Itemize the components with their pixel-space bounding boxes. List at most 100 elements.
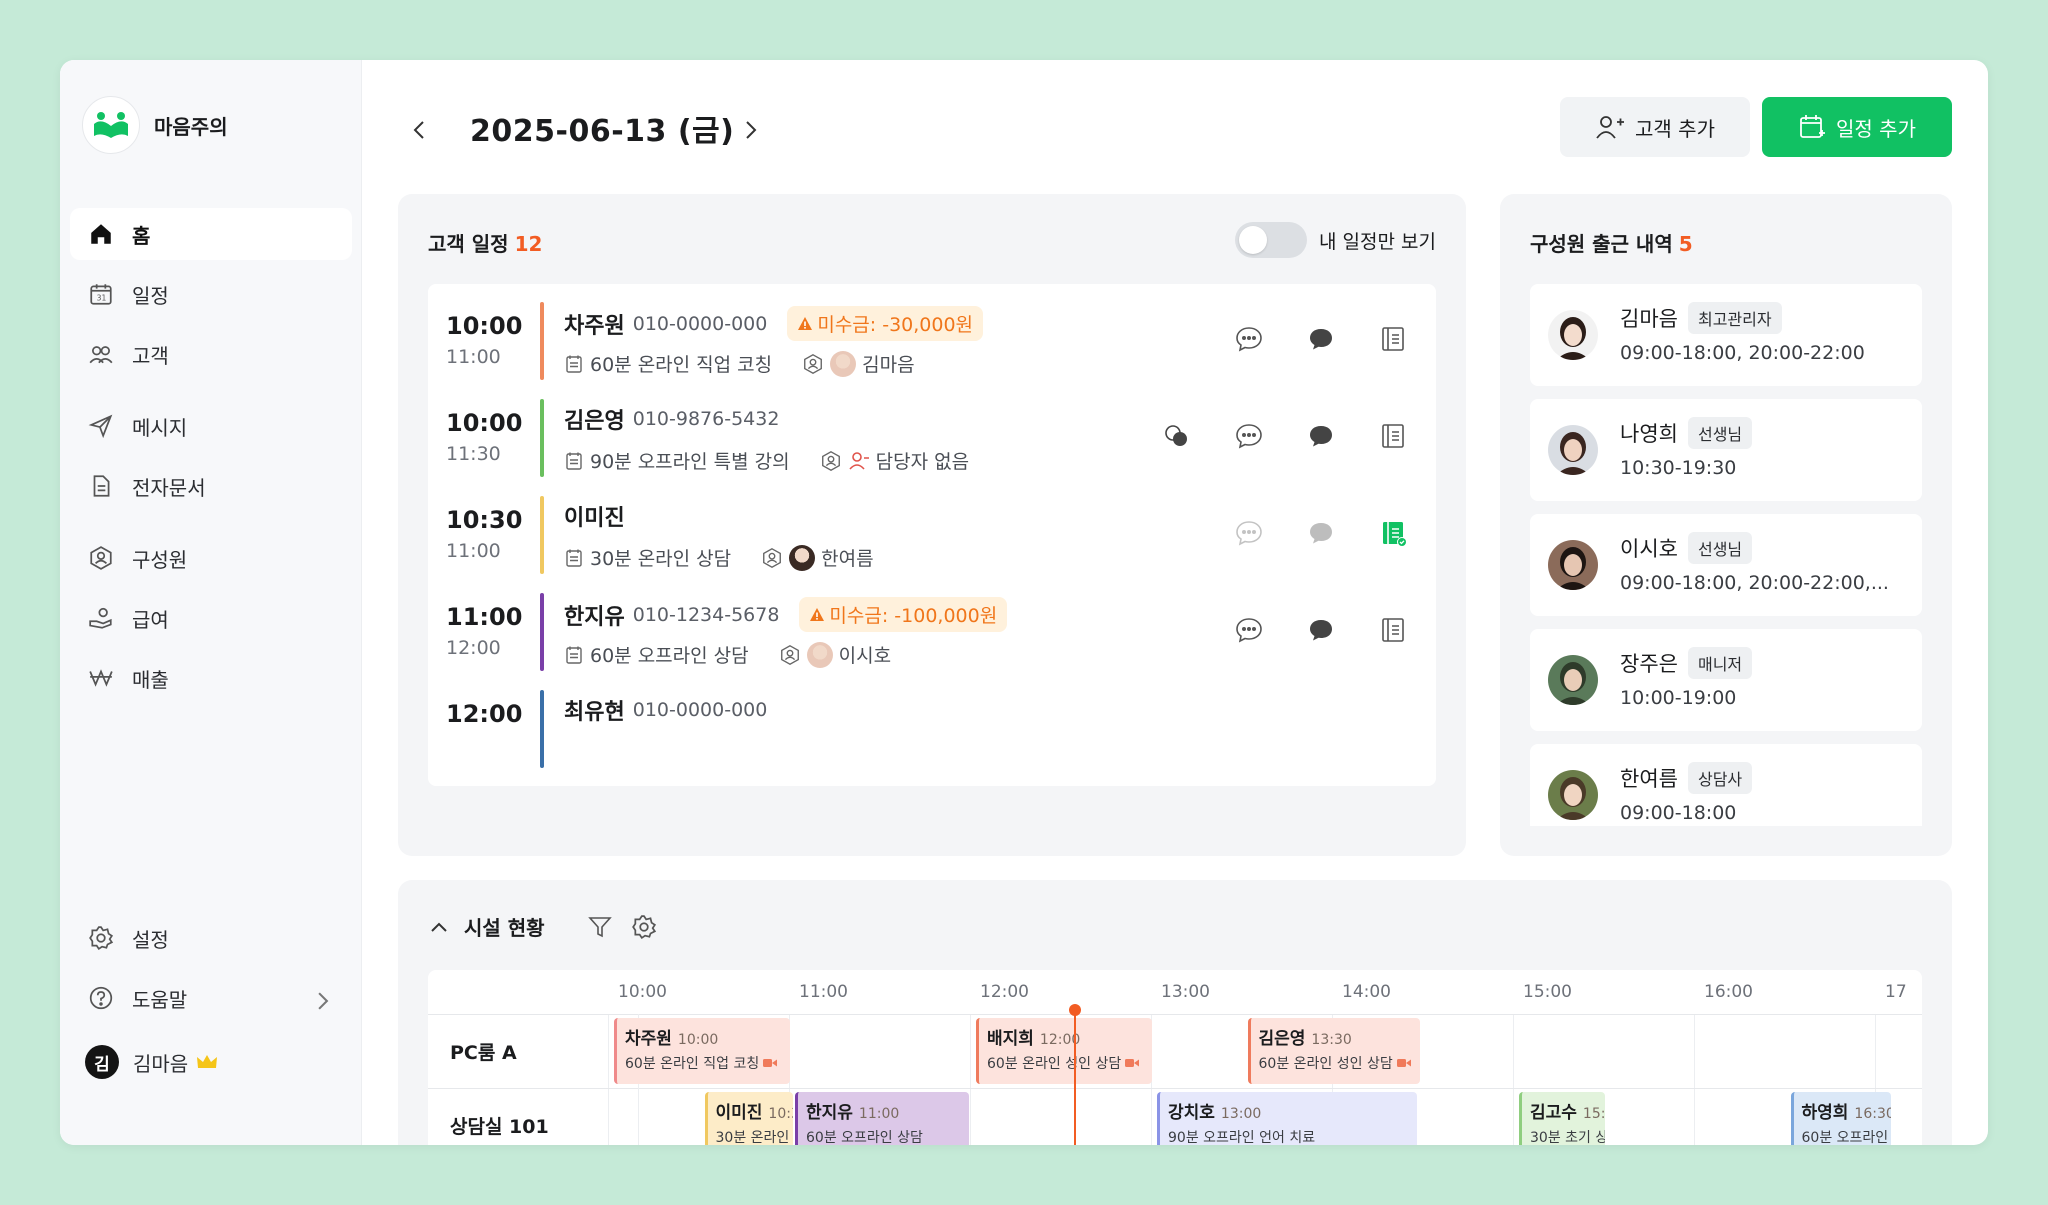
service-row: 60분 온라인 직업 코칭 김마음 [564, 350, 915, 377]
customer-name[interactable]: 최유현 [564, 694, 625, 726]
customer-name[interactable]: 차주원 [564, 308, 625, 340]
facility-event[interactable]: 이미진 10:30 30분 온라인 [704, 1092, 793, 1145]
schedule-list[interactable]: 10:00 11:00 차주원 010-0000-000 미수금: -30,000원 60… [428, 284, 1436, 826]
facility-event[interactable]: 한지유 11:00 60분 오프라인 상담 [795, 1092, 969, 1145]
toggle-switch[interactable] [1235, 222, 1308, 258]
member-name-row: 나영희 선생님 [1620, 417, 1753, 449]
note-icon[interactable] [1378, 324, 1408, 354]
filter-icon[interactable] [587, 914, 613, 940]
start-time: 10:30 [446, 506, 523, 534]
no-staff-icon [849, 451, 869, 470]
attendance-list[interactable]: 김마음 최고관리자 09:00-18:00, 20:00-22:00 나영희 선생님 10… [1530, 284, 1922, 826]
note-icon[interactable] [1378, 421, 1408, 451]
sidebar-item-help[interactable]: 도움말 [70, 972, 352, 1024]
warning-icon [810, 607, 825, 621]
sidebar-item-messages[interactable]: 메시지 [70, 400, 352, 452]
send-icon [88, 414, 113, 439]
next-date-button[interactable] [730, 110, 770, 150]
customer-name[interactable]: 김은영 [564, 403, 625, 435]
service-row: 90분 오프라인 특별 강의 담당자 없음 [564, 447, 969, 474]
facility-event[interactable]: 김고수 15:00 30분 초기 상 [1519, 1092, 1605, 1145]
facility-event[interactable]: 김은영 13:30 60분 온라인 성인 상담 [1247, 1018, 1420, 1084]
customer-name[interactable]: 이미진 [564, 500, 625, 532]
sidebar-item-customers[interactable]: 고객 [70, 328, 352, 380]
home-icon [91, 224, 111, 244]
role-badge: 최고관리자 [1687, 302, 1782, 334]
event-desc: 60분 온라인 성인 상담 [987, 1056, 1122, 1072]
customer-phone: 010-0000-000 [632, 699, 768, 721]
sidebar-item-home[interactable]: 홈 [70, 208, 352, 260]
group-chat-icon[interactable] [1162, 421, 1192, 451]
message-icon[interactable] [1306, 324, 1336, 354]
add-user-icon [1596, 116, 1625, 139]
facility-event[interactable]: 하영희 16:30 60분 오프라인 [1790, 1092, 1891, 1145]
chevron-up-icon[interactable] [428, 916, 450, 938]
sidebar-item-documents[interactable]: 전자문서 [70, 460, 352, 512]
sidebar-item-members[interactable]: 구성원 [70, 532, 352, 584]
staff-name: 담당자 없음 [875, 451, 970, 473]
my-schedule-toggle[interactable]: 내 일정만 보기 [1235, 222, 1436, 258]
event-time: 11:00 [858, 1106, 900, 1122]
sidebar-item-schedule[interactable]: 31 일정 [70, 268, 352, 320]
chat-dots-icon[interactable] [1234, 421, 1264, 451]
member-name: 김마음 [1620, 307, 1678, 331]
message-icon[interactable] [1306, 421, 1336, 451]
color-bar [540, 593, 544, 671]
sidebar-item-label: 홈 [132, 223, 151, 248]
staff-name: 이시호 [838, 645, 892, 667]
attendance-card[interactable]: 이시호 선생님 09:00-18:00, 20:00-22:00,... [1530, 514, 1922, 616]
sidebar-item-label: 메시지 [132, 415, 188, 440]
attendance-card[interactable]: 김마음 최고관리자 09:00-18:00, 20:00-22:00 [1530, 284, 1922, 386]
facility-timeline[interactable]: 10:00 11:00 12:00 13:00 14:00 15:00 16:00 17 PC룸… [428, 970, 1922, 1145]
facility-event[interactable]: 차주원 10:00 60분 온라인 직업 코칭 [614, 1018, 790, 1084]
attendance-card[interactable]: 장주은 매니저 10:00-19:00 [1530, 629, 1922, 731]
facility-event[interactable]: 강치호 13:00 90분 오프라인 언어 치료 [1157, 1092, 1417, 1145]
sidebar-item-label: 급여 [132, 607, 169, 632]
note-icon[interactable] [1378, 615, 1408, 645]
prev-date-button[interactable] [400, 110, 440, 150]
debt-text: 미수금: -100,000원 [829, 605, 998, 627]
chat-dots-icon[interactable] [1234, 518, 1264, 548]
staff-badge-icon [780, 644, 799, 665]
event-time: 10:00 [677, 1032, 719, 1048]
message-icon[interactable] [1306, 615, 1336, 645]
end-time: 11:30 [446, 443, 501, 465]
add-customer-button[interactable]: 고객 추가 [1560, 97, 1750, 157]
sidebar-item-label: 구성원 [132, 547, 188, 572]
service-name: 30분 온라인 상담 [590, 548, 732, 570]
color-bar [540, 496, 544, 574]
hand-coin-icon [89, 607, 112, 629]
chat-dots-icon[interactable] [1234, 324, 1264, 354]
attendance-card[interactable]: 한여름 상담사 09:00-18:00 [1530, 744, 1922, 826]
gear-icon[interactable] [631, 914, 657, 940]
add-schedule-button[interactable]: 일정 추가 [1762, 97, 1952, 157]
event-name: 차주원 [625, 1029, 672, 1049]
sidebar-item-sales[interactable]: 매출 [70, 652, 352, 704]
user-profile[interactable]: 김 김마음 [70, 1036, 352, 1088]
schedule-card[interactable]: 12:00 최유현 010-0000-000 [428, 672, 1436, 786]
sidebar-item-settings[interactable]: 설정 [70, 912, 352, 964]
work-hours: 09:00-18:00 [1620, 802, 1737, 824]
message-icon[interactable] [1306, 518, 1336, 548]
attendance-card[interactable]: 나영희 선생님 10:30-19:30 [1530, 399, 1922, 501]
event-name: 이미진 [715, 1103, 763, 1123]
customer-name[interactable]: 한지유 [564, 599, 625, 631]
role-badge: 선생님 [1687, 417, 1753, 449]
note-done-icon[interactable] [1378, 518, 1408, 548]
brand[interactable]: 마음주의 [82, 96, 228, 154]
schedule-count: 12 [514, 232, 543, 256]
staff-badge-icon [763, 547, 782, 568]
work-hours: 09:00-18:00, 20:00-22:00 [1620, 342, 1865, 364]
facility-event[interactable]: 배지희 12:00 60분 온라인 성인 상담 [976, 1018, 1152, 1084]
won-icon [89, 669, 113, 687]
sidebar-item-payroll[interactable]: 급여 [70, 592, 352, 644]
debt-badge: 미수금: -100,000원 [799, 597, 1008, 632]
chevron-right-icon [318, 992, 329, 1010]
hour-label: 16:00 [1704, 982, 1753, 1002]
avatar: 김 [85, 1045, 119, 1079]
chat-dots-icon[interactable] [1234, 615, 1264, 645]
event-time: 13:00 [1220, 1106, 1262, 1122]
event-desc: 90분 오프라인 언어 치료 [1168, 1130, 1316, 1145]
avatar [1548, 425, 1598, 475]
start-time: 10:00 [446, 409, 523, 437]
